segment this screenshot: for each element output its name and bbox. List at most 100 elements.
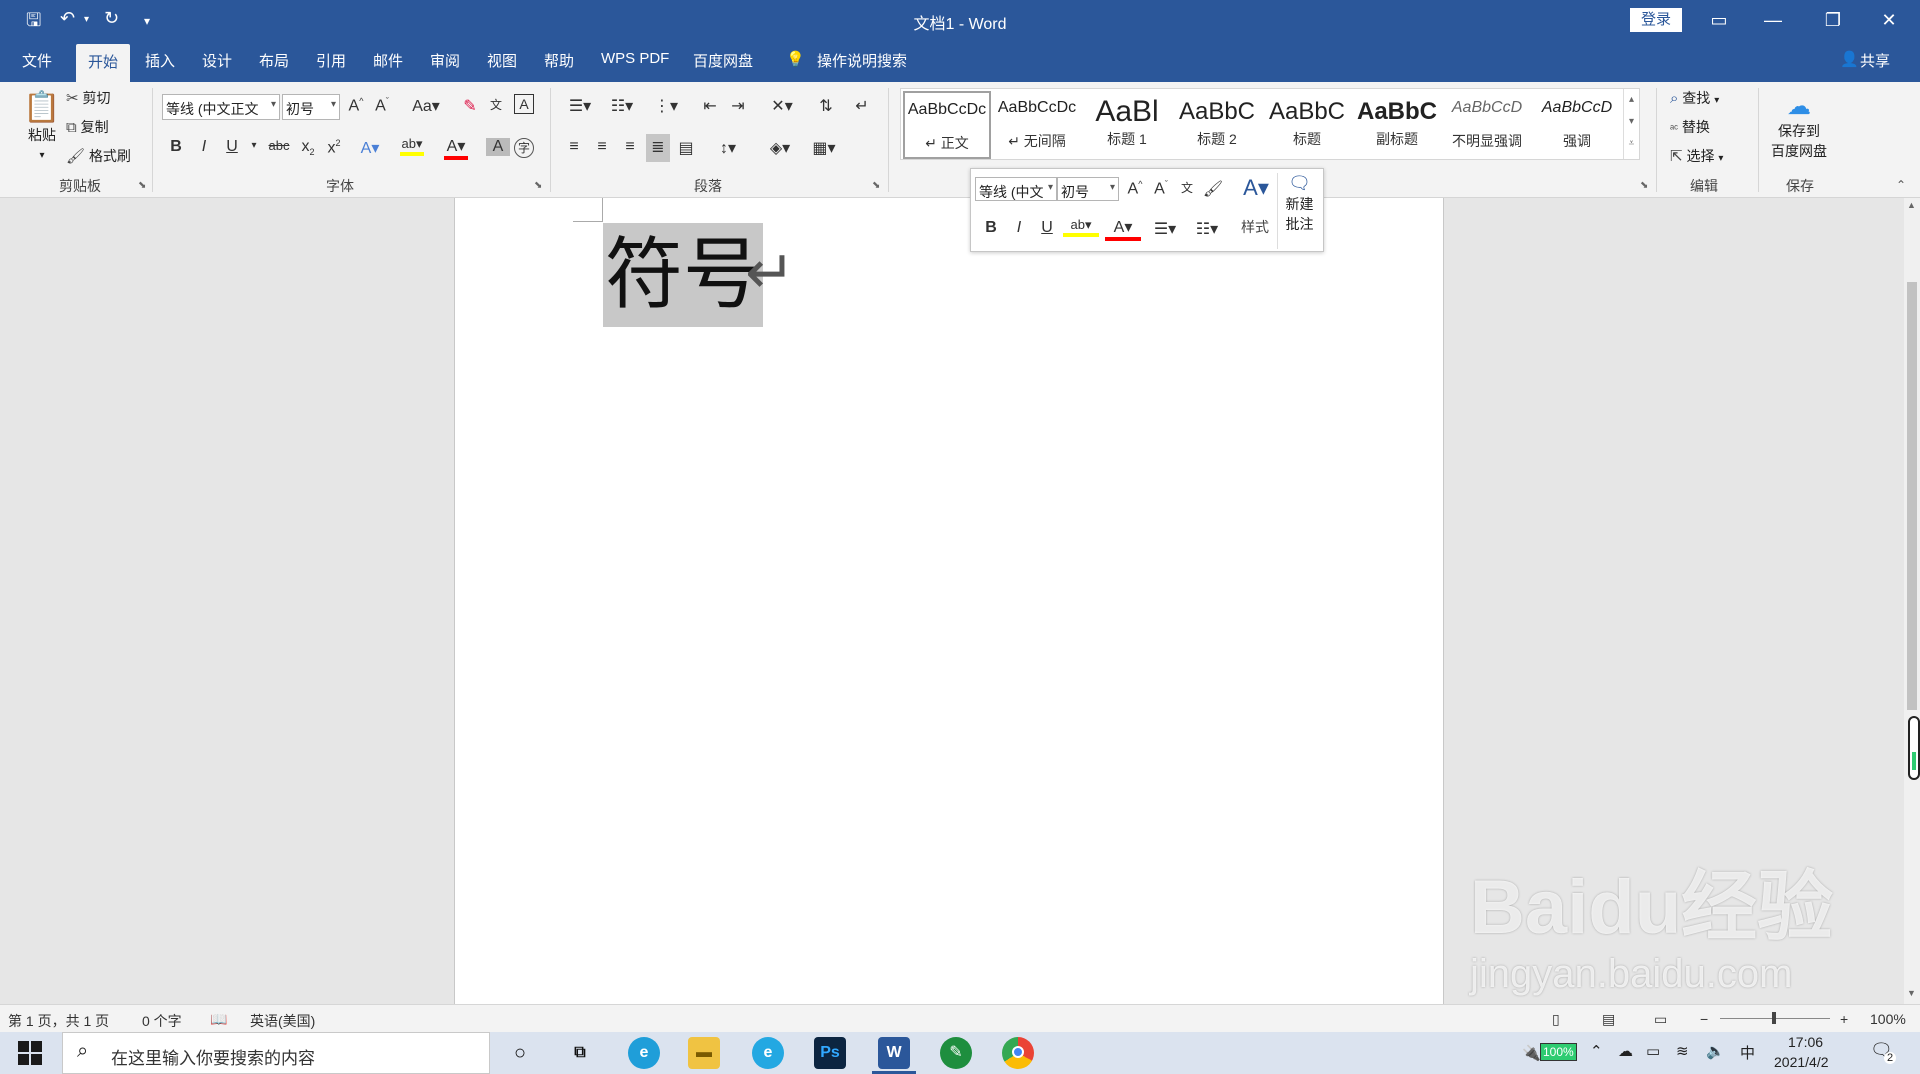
replace-button[interactable]: ᵃᶜ 替换 <box>1670 117 1710 137</box>
tab-baidu-netdisk[interactable]: 百度网盘 <box>693 50 753 71</box>
style-no-spacing[interactable]: AaBbCcDc ↵ 无间隔 <box>993 91 1081 159</box>
grow-font-icon[interactable]: A^ <box>1123 179 1147 198</box>
dialog-launcher-icon[interactable]: ⬊ <box>534 180 542 191</box>
increase-indent-icon[interactable]: ⇥ <box>726 96 750 116</box>
zoom-level[interactable]: 100% <box>1870 1011 1906 1027</box>
login-button[interactable]: 登录 <box>1630 8 1682 32</box>
document-page[interactable]: 符号 ↵ <box>454 198 1444 1004</box>
tell-me-search[interactable]: 操作说明搜索 <box>817 50 907 71</box>
shrink-font-icon[interactable]: Aˇ <box>370 96 394 115</box>
dialog-launcher-icon[interactable]: ⬊ <box>872 180 880 191</box>
align-left-icon[interactable]: ≡ <box>562 138 586 156</box>
save-to-baidu-button[interactable]: ☁ 保存到 百度网盘 <box>1764 92 1834 161</box>
underline-icon[interactable]: U <box>220 138 244 156</box>
zoom-in-icon[interactable]: + <box>1840 1011 1848 1027</box>
strikethrough-icon[interactable]: abc <box>264 138 294 153</box>
style-title[interactable]: AaBbC 标题 <box>1263 91 1351 159</box>
taskbar-search-box[interactable]: ⌕ 在这里输入你要搜索的内容 <box>62 1032 490 1074</box>
style-heading-1[interactable]: AaBl 标题 1 <box>1083 91 1171 159</box>
language-indicator[interactable]: 英语(美国) <box>250 1011 315 1031</box>
format-painter-button[interactable]: 🖌 格式刷 <box>66 146 131 166</box>
character-shading-icon[interactable]: A <box>486 138 510 156</box>
minimize-button[interactable]: — <box>1750 6 1796 34</box>
share-button[interactable]: 共享 <box>1860 50 1890 71</box>
justify-icon[interactable]: ≣ <box>646 134 670 162</box>
line-spacing-icon[interactable]: ↕▾ <box>710 138 746 158</box>
bold-icon[interactable]: B <box>164 138 188 156</box>
new-comment-button[interactable]: 🗨 新建 批注 <box>1277 173 1321 249</box>
style-emphasis[interactable]: AaBbCcD 强调 <box>1533 91 1621 159</box>
highlight-icon[interactable]: ab▾ <box>1063 217 1099 237</box>
text-effects-icon[interactable]: A▾ <box>358 138 382 158</box>
numbering-icon[interactable]: ☷▾ <box>604 96 640 116</box>
clear-formatting-icon[interactable]: ✎ <box>458 96 482 116</box>
word-icon[interactable]: W <box>878 1037 910 1069</box>
style-subtitle[interactable]: AaBbC 副标题 <box>1353 91 1441 159</box>
tab-insert[interactable]: 插入 <box>145 50 175 71</box>
style-heading-2[interactable]: AaBbC 标题 2 <box>1173 91 1261 159</box>
change-case-icon[interactable]: Aa▾ <box>408 96 444 116</box>
show-marks-icon[interactable]: ↵ <box>850 96 874 116</box>
tab-layout[interactable]: 布局 <box>259 50 289 71</box>
chrome-icon[interactable] <box>1002 1037 1034 1069</box>
format-painter-icon[interactable]: 🖌 <box>1201 179 1225 199</box>
chinese-layout-icon[interactable]: ✕▾ <box>764 96 800 116</box>
numbering-icon[interactable]: ☷▾ <box>1189 219 1225 239</box>
styles-icon[interactable]: A▾ <box>1239 175 1273 201</box>
cut-button[interactable]: ✂ 剪切 <box>66 88 110 108</box>
paste-button[interactable]: 📋 粘贴 ▾ <box>20 90 64 161</box>
vertical-scrollbar[interactable]: ▲ ▼ <box>1904 198 1920 1004</box>
restore-button[interactable]: ❐ <box>1810 6 1856 34</box>
tab-view[interactable]: 视图 <box>487 50 517 71</box>
read-mode-icon[interactable]: ▯ <box>1552 1011 1560 1028</box>
font-name-combo[interactable]: 等线 (中文正文 ▾ <box>162 94 280 120</box>
grow-font-icon[interactable]: A^ <box>344 96 368 115</box>
file-explorer-icon[interactable]: ▬ <box>688 1037 720 1069</box>
word-count[interactable]: 0 个字 <box>142 1011 182 1031</box>
show-hidden-icons[interactable]: ⌃ <box>1590 1042 1603 1060</box>
font-size-combo[interactable]: 初号 ▾ <box>282 94 340 120</box>
zoom-slider-thumb[interactable] <box>1772 1012 1776 1024</box>
task-view-icon[interactable]: ⧉ <box>564 1037 596 1069</box>
tab-design[interactable]: 设计 <box>202 50 232 71</box>
style-subtle-emphasis[interactable]: AaBbCcD 不明显强调 <box>1443 91 1531 159</box>
tab-wps-pdf[interactable]: WPS PDF <box>601 50 669 67</box>
distributed-icon[interactable]: ▤ <box>674 138 698 158</box>
bullets-icon[interactable]: ☰▾ <box>1147 219 1183 239</box>
tab-file[interactable]: 文件 <box>22 50 52 71</box>
decrease-indent-icon[interactable]: ⇤ <box>698 96 722 116</box>
phonetic-guide-icon[interactable]: 文 <box>1175 179 1199 196</box>
ie-icon[interactable]: e <box>752 1037 784 1069</box>
bullets-icon[interactable]: ☰▾ <box>562 96 598 116</box>
power-plug-icon[interactable]: 🔌 <box>1522 1044 1541 1062</box>
italic-icon[interactable]: I <box>1007 219 1031 237</box>
scroll-up-icon[interactable]: ▲ <box>1907 200 1916 210</box>
ime-indicator[interactable]: 中 <box>1740 1042 1755 1063</box>
web-layout-icon[interactable]: ▭ <box>1654 1011 1667 1028</box>
proofing-icon[interactable]: 📖 <box>210 1011 227 1028</box>
align-center-icon[interactable]: ≡ <box>590 138 614 156</box>
battery-icon[interactable]: ▭ <box>1646 1042 1660 1060</box>
scroll-thumb[interactable] <box>1907 282 1917 710</box>
scroll-down-icon[interactable]: ▼ <box>1907 988 1916 998</box>
zoom-out-icon[interactable]: − <box>1700 1011 1708 1027</box>
shrink-font-icon[interactable]: Aˇ <box>1149 179 1173 198</box>
selected-text[interactable]: 符号 <box>603 223 764 327</box>
tab-help[interactable]: 帮助 <box>544 50 574 71</box>
clock-date[interactable]: 2021/4/2 <box>1774 1054 1829 1070</box>
style-normal[interactable]: AaBbCcDc ↵ 正文 <box>903 91 991 159</box>
clock-time[interactable]: 17:06 <box>1788 1034 1823 1050</box>
mini-font-combo[interactable]: 等线 (中文 ▾ <box>975 177 1057 201</box>
multilevel-list-icon[interactable]: ⋮▾ <box>648 96 684 116</box>
photoshop-icon[interactable]: Ps <box>814 1037 846 1069</box>
print-layout-icon[interactable]: ▤ <box>1602 1011 1615 1028</box>
evernote-icon[interactable]: ✎ <box>940 1037 972 1069</box>
sort-icon[interactable]: ⇅ <box>814 96 838 116</box>
onedrive-icon[interactable]: ☁ <box>1618 1042 1633 1060</box>
font-color-icon[interactable]: A▾ <box>444 136 468 160</box>
copy-button[interactable]: ⧉ 复制 <box>66 117 109 137</box>
volume-icon[interactable]: 🔈 <box>1706 1042 1725 1060</box>
underline-icon[interactable]: U <box>1035 219 1059 237</box>
dialog-launcher-icon[interactable]: ⬊ <box>1640 180 1648 191</box>
select-button[interactable]: ⇱ 选择 ▾ <box>1670 146 1723 166</box>
